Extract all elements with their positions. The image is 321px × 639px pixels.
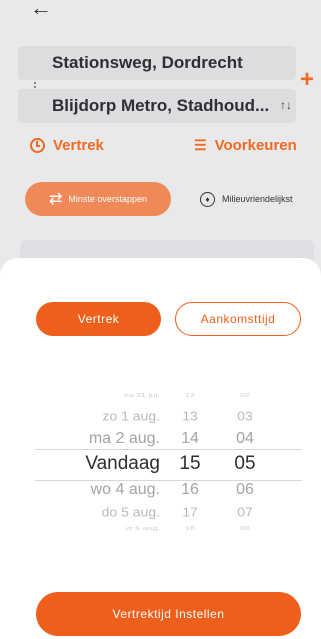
- minute-option[interactable]: 03: [225, 409, 265, 423]
- departure-option[interactable]: Vertrek: [30, 137, 104, 154]
- hour-option[interactable]: 18: [170, 525, 210, 531]
- date-option[interactable]: ma 2 aug.: [89, 430, 160, 448]
- hour-option[interactable]: 12: [170, 392, 210, 398]
- hour-option[interactable]: 16: [170, 481, 210, 499]
- preferences-option-label: Voorkeuren: [214, 137, 297, 154]
- date-time-picker[interactable]: za 31 jul. zo 1 aug. ma 2 aug. Vandaag wo 4 …: [0, 390, 321, 540]
- clock-icon: [30, 138, 45, 153]
- filter-eco-friendly-label: Milieuvriendelijkst: [222, 194, 293, 204]
- filter-fewest-transfers-label: Minste overstappen: [68, 194, 147, 204]
- destination-field[interactable]: Blijdorp Metro, Stadhoud... ↑↓: [18, 89, 296, 123]
- minute-option[interactable]: 02: [225, 392, 265, 398]
- date-selected[interactable]: Vandaag: [85, 453, 160, 475]
- minute-option[interactable]: 06: [225, 481, 265, 499]
- swap-icon[interactable]: ↑↓: [280, 98, 292, 112]
- destination-text: Blijdorp Metro, Stadhoud...: [52, 96, 270, 115]
- origin-text: Stationsweg, Dordrecht: [52, 53, 243, 72]
- time-picker-sheet: Vertrek Aankomsttijd za 31 jul. zo 1 aug.…: [0, 258, 321, 639]
- origin-field[interactable]: Stationsweg, Dordrecht: [18, 46, 296, 80]
- add-via-icon[interactable]: +: [300, 66, 314, 94]
- filter-eco-friendly[interactable]: ♦ Milieuvriendelijkst: [200, 182, 293, 216]
- minute-option[interactable]: 08: [225, 525, 265, 531]
- hour-selected[interactable]: 15: [170, 453, 210, 475]
- date-option[interactable]: vr 6 aug.: [125, 525, 160, 531]
- date-option[interactable]: do 5 aug.: [102, 505, 160, 519]
- sliders-icon: ☰: [194, 137, 207, 153]
- back-arrow-icon[interactable]: ←: [30, 0, 52, 19]
- route-planner-background: ← Stationsweg, Dordrecht Blijdorp Metro,…: [0, 0, 321, 280]
- preferences-option[interactable]: ☰ Voorkeuren: [194, 137, 297, 154]
- minute-selected[interactable]: 05: [225, 453, 265, 475]
- date-option[interactable]: wo 4 aug.: [91, 481, 160, 499]
- mode-departure-button[interactable]: Vertrek: [36, 302, 161, 336]
- filter-fewest-transfers[interactable]: ⇄ Minste overstappen: [25, 182, 171, 216]
- set-departure-time-button[interactable]: Vertrektijd Instellen: [36, 592, 301, 636]
- transfer-arrows-icon: ⇄: [49, 191, 63, 208]
- date-option[interactable]: zo 1 aug.: [102, 409, 160, 423]
- mode-arrival-button[interactable]: Aankomsttijd: [175, 302, 301, 336]
- hour-option[interactable]: 17: [170, 505, 210, 519]
- minute-option[interactable]: 04: [225, 430, 265, 448]
- leaf-icon: ♦: [200, 191, 215, 207]
- hour-option[interactable]: 13: [170, 409, 210, 423]
- hour-option[interactable]: 14: [170, 430, 210, 448]
- departure-option-label: Vertrek: [53, 137, 104, 154]
- date-option[interactable]: za 31 jul.: [124, 392, 160, 398]
- minute-option[interactable]: 07: [225, 505, 265, 519]
